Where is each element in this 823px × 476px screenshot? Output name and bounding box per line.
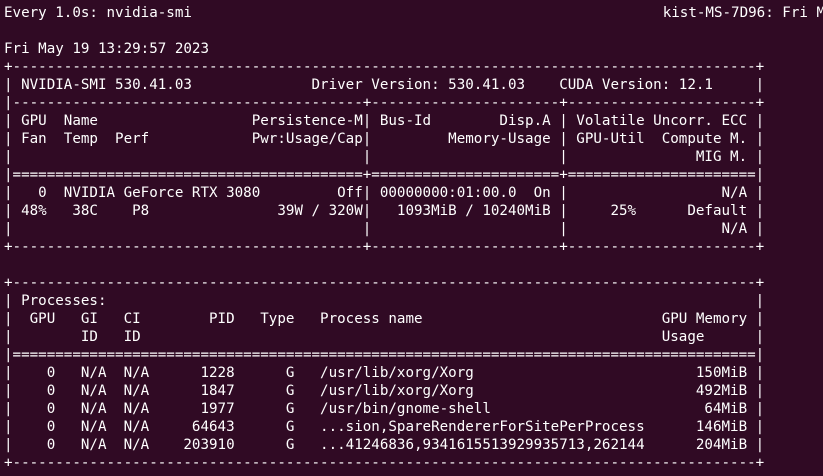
process-row: | 0 N/A N/A 1977 G /usr/bin/gnome-shell … <box>4 401 765 417</box>
gpu-row-3: | | | N/A | <box>4 221 765 237</box>
process-row: | 0 N/A N/A 1847 G /usr/lib/xorg/Xorg 49… <box>4 383 765 399</box>
gpu-row-2: | 48% 38C P8 39W / 320W| 1093MiB / 10240… <box>4 203 765 219</box>
watch-command: Every 1.0s: nvidia-smi <box>4 5 192 21</box>
gpu-header-row-3: | | | MIG M. | <box>4 149 765 165</box>
process-header-row-2: | ID ID Usage | <box>4 329 765 345</box>
process-row: | 0 N/A N/A 203910 G ...41246836,9341615… <box>4 437 765 453</box>
terminal-window[interactable]: Every 1.0s: nvidia-smi kist-MS-7D96: Fri… <box>0 0 823 476</box>
gpu-header-divider: |=======================================… <box>4 167 765 183</box>
process-border-bottom: +---------------------------------------… <box>4 455 765 471</box>
smi-separator: |---------------------------------------… <box>4 95 765 111</box>
gpu-header-row-2: | Fan Temp Perf Pwr:Usage/Cap| Memory-Us… <box>4 131 765 147</box>
process-row: | 0 N/A N/A 64643 G ...sion,SpareRendere… <box>4 419 765 435</box>
process-row: | 0 N/A N/A 1228 G /usr/lib/xorg/Xorg 15… <box>4 365 765 381</box>
gpu-row-1: | 0 NVIDIA GeForce RTX 3080 Off| 0000000… <box>4 185 765 201</box>
process-border-top: +---------------------------------------… <box>4 275 765 291</box>
gpu-table-border-bottom: +---------------------------------------… <box>4 239 765 255</box>
process-header-row-1: | GPU GI CI PID Type Process name GPU Me… <box>4 311 765 327</box>
watch-host-clock: kist-MS-7D96: Fri M <box>662 5 823 21</box>
processes-title: | Processes: | <box>4 293 765 309</box>
process-header-divider: |=======================================… <box>4 347 765 363</box>
gpu-header-row-1: | GPU Name Persistence-M| Bus-Id Disp.A … <box>4 113 765 129</box>
watch-timestamp: Fri May 19 13:29:57 2023 <box>4 41 209 57</box>
smi-border-top: +---------------------------------------… <box>4 59 765 75</box>
smi-version-row: | NVIDIA-SMI 530.41.03 Driver Version: 5… <box>4 77 765 93</box>
